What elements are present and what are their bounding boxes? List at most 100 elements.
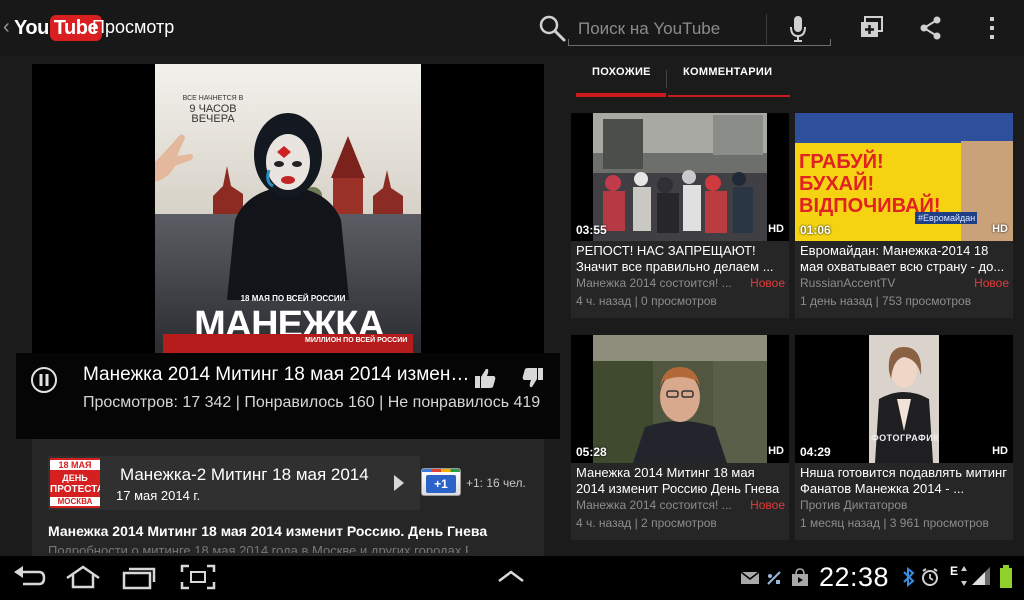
related-video-title: Евромайдан: Манежка-2014 18 мая охватыва…: [800, 243, 1005, 274]
data-activity-icon: [961, 566, 967, 586]
related-video-card[interactable]: ФОТОГРАФИК 04:29 HD Няша готовится подав…: [795, 335, 1013, 540]
related-video-meta: 4 ч. назад | 2 просмотров: [576, 516, 717, 530]
related-video-meta: 1 месяц назад | 3 961 просмотров: [800, 516, 989, 530]
related-video-channel: Манежка 2014 состоится! ...: [576, 276, 732, 290]
tab-related[interactable]: ПОХОЖИЕ: [592, 66, 651, 78]
related-tabs: ПОХОЖИЕ КОММЕНТАРИИ: [576, 56, 790, 97]
microphone-icon[interactable]: [786, 14, 810, 44]
poster-stripe-text: МИЛЛИОН ПО ВСЕЙ РОССИИ: [305, 337, 408, 344]
thumb-line-2: ДЕНЬ: [62, 473, 88, 483]
video-player[interactable]: ВСЕ НАЧНЕТСЯ В 9 ЧАСОВ ВЕЧЕРА 18 МАЯ ПО …: [32, 64, 544, 353]
video-thumbnail: ФОТОГРАФИК 04:29 HD: [795, 335, 1013, 463]
usb-notification-icon: [767, 571, 781, 585]
related-video-channel: RussianAccentTV: [800, 276, 896, 290]
video-stats: Просмотров: 17 342 | Понравилось 160 | Н…: [83, 394, 541, 411]
thumb-line-4: МОСКВА: [50, 497, 100, 506]
source-playlist-row[interactable]: 18 МАЯ ДЕНЬ ПРОТЕСТА МОСКВА Манежка-2 Ми…: [48, 456, 420, 510]
pointing-hand-illustration: [155, 134, 193, 182]
search-input[interactable]: [578, 16, 768, 42]
related-video-channel: Против Диктаторов: [800, 498, 908, 512]
status-clock: 22:38: [819, 562, 890, 592]
search-icon[interactable]: [537, 13, 567, 43]
playlist-title: Манежка-2 Митинг 18 мая 2014: [120, 465, 369, 484]
bluetooth-icon: [903, 566, 915, 588]
thumbnail-slogan-2: БУХАЙ!: [799, 173, 875, 195]
video-duration: 04:29: [800, 445, 831, 459]
thumbnail-photo-woman: [869, 335, 939, 463]
video-thumbnail: ГРАБУЙ! БУХАЙ! ВІДПОЧИВАЙ! #Евромайдан 0…: [795, 113, 1013, 241]
recent-apps-icon[interactable]: [120, 564, 158, 590]
related-video-card[interactable]: 03:55 HD РЕПОСТ! НАС ЗАПРЕЩАЮТ! Значит в…: [571, 113, 789, 318]
thumb-line-3: ПРОТЕСТА: [50, 484, 100, 495]
plusone-count: +1: 16 чел.: [466, 476, 526, 490]
thumbnail-man-speaking: [593, 335, 767, 463]
new-badge: Новое: [974, 276, 1009, 290]
thumbnail-caption: ФОТОГРАФИК: [871, 433, 940, 443]
new-badge: Новое: [750, 276, 785, 290]
back-icon[interactable]: [11, 566, 47, 590]
description-title: Манежка 2014 Митинг 18 мая 2014 изменит …: [48, 523, 488, 539]
hd-badge: HD: [768, 223, 784, 235]
tab-underline: [668, 95, 790, 97]
email-notification-icon: [740, 571, 760, 584]
tab-comments[interactable]: КОММЕНТАРИИ: [683, 66, 772, 78]
video-duration: 05:28: [576, 445, 607, 459]
video-duration: 03:55: [576, 223, 607, 237]
new-badge: Новое: [750, 498, 785, 512]
hd-badge: HD: [768, 445, 784, 457]
related-video-meta: 1 день назад | 753 просмотров: [800, 294, 972, 308]
alarm-icon: [922, 568, 938, 586]
chevron-up-icon[interactable]: [496, 568, 526, 584]
chevron-left-icon[interactable]: ‹: [3, 16, 10, 38]
hd-badge: HD: [992, 445, 1008, 457]
more-vertical-icon[interactable]: [978, 14, 1006, 42]
thumbnail-slogan: ГРАБУЙ! БУХАЙ! ВІДПОЧИВАЙ!: [799, 151, 979, 217]
video-title: Манежка 2014 Митинг 18 мая 2014 изменит …: [83, 364, 471, 385]
video-info-bar: Манежка 2014 Митинг 18 мая 2014 изменит …: [16, 353, 560, 439]
logo-you-text: You: [14, 16, 49, 39]
video-duration: 01:06: [800, 223, 831, 237]
related-video-card[interactable]: 05:28 HD Манежка 2014 Митинг 18 мая 2014…: [571, 335, 789, 540]
system-navigation-bar: 22:38 E: [0, 556, 1024, 600]
thumb-line-1: 18 МАЯ: [50, 460, 100, 470]
share-icon[interactable]: [917, 14, 945, 42]
thumb-up-icon[interactable]: [472, 365, 498, 391]
related-video-meta: 4 ч. назад | 0 просмотров: [576, 294, 717, 308]
related-video-title: Манежка 2014 Митинг 18 мая 2014 изменит …: [576, 465, 780, 496]
related-video-title: Няша готовится подавлять митинг Фанатов …: [800, 465, 1007, 496]
plusone-label: +1: [426, 475, 456, 493]
home-icon[interactable]: [64, 564, 102, 590]
thumbnail-crowd-scene: [593, 113, 767, 241]
description-snippet: Подробности о митинге 18 мая 2014 года в…: [48, 543, 468, 553]
thumbnail-hashtag: #Евромайдан: [915, 212, 977, 224]
related-video-card[interactable]: ГРАБУЙ! БУХАЙ! ВІДПОЧИВАЙ! #Евромайдан 0…: [795, 113, 1013, 318]
screenshot-icon[interactable]: [180, 564, 216, 590]
video-thumbnail: 03:55 HD: [571, 113, 789, 241]
battery-icon: [1000, 565, 1012, 588]
video-thumbnail: 05:28 HD: [571, 335, 789, 463]
thumb-down-icon[interactable]: [520, 365, 546, 391]
tab-active-indicator: [576, 93, 666, 97]
thumbnail-flag-strip: [795, 113, 1013, 143]
network-type-label: E: [950, 564, 959, 578]
thumbnail-slogan-1: ГРАБУЙ!: [799, 151, 884, 173]
add-to-playlist-icon[interactable]: [858, 14, 886, 42]
google-plus-one-button[interactable]: +1: [421, 468, 461, 496]
plusone-stripe: [422, 469, 460, 472]
related-video-channel: Манежка 2014 состоится! ...: [576, 498, 732, 512]
youtube-logo[interactable]: You Tube: [14, 14, 103, 42]
shopping-bag-icon: [792, 568, 808, 586]
pause-icon[interactable]: [30, 366, 58, 394]
search-divider: [766, 14, 767, 44]
poster-subtitle: 18 МАЯ ПО ВСЕЙ РОССИИ: [240, 294, 346, 303]
masked-person-illustration: [227, 113, 349, 300]
playlist-thumbnail: 18 МАЯ ДЕНЬ ПРОТЕСТА МОСКВА: [50, 458, 100, 508]
play-next-arrow-icon[interactable]: [392, 472, 406, 494]
search-field[interactable]: [568, 12, 831, 46]
tab-divider: [666, 70, 667, 88]
signal-strength-icon: [972, 567, 990, 585]
action-bar: ‹ You Tube Просмотр: [0, 0, 1024, 56]
related-video-title: РЕПОСТ! НАС ЗАПРЕЩАЮТ! Значит все правил…: [576, 243, 774, 274]
video-frame: ВСЕ НАЧНЕТСЯ В 9 ЧАСОВ ВЕЧЕРА 18 МАЯ ПО …: [155, 64, 421, 353]
playlist-date: 17 мая 2014 г.: [116, 488, 201, 503]
